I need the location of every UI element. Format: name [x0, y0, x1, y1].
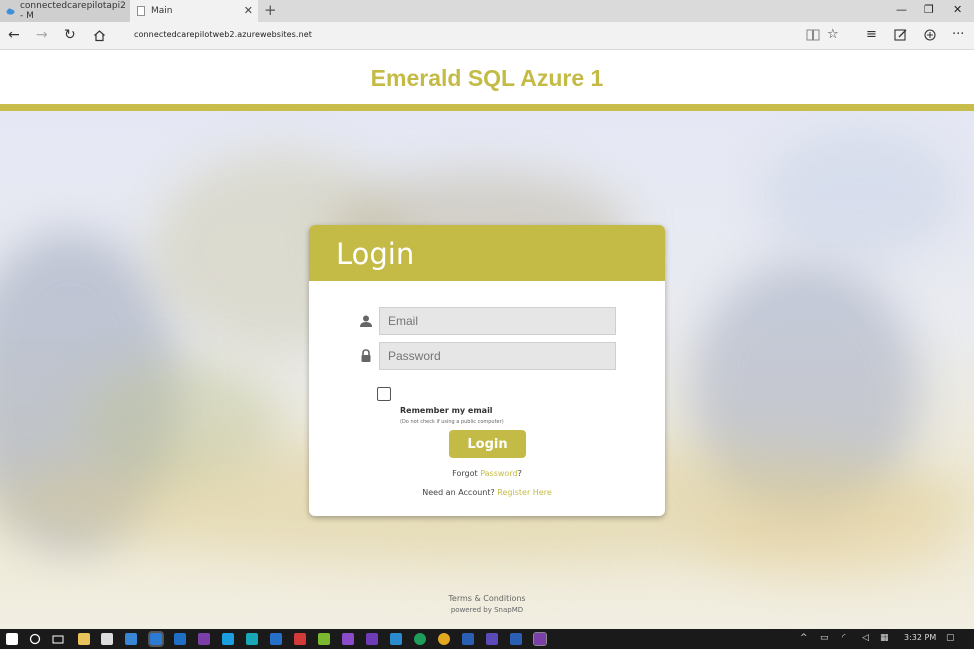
- windows-taskbar: ^ ▭ ◜ ◁ ▦ 3:32 PM ▢: [0, 629, 974, 649]
- browser-tab-bar: connectedcarepilotapi2 - M Main ✕ + — ❐ …: [0, 0, 974, 22]
- web-note-icon[interactable]: [894, 28, 908, 42]
- edge-icon[interactable]: [148, 631, 164, 647]
- register-line: Need an Account? Register Here: [309, 488, 665, 497]
- chrome-icon[interactable]: [438, 633, 450, 645]
- site-title: Emerald SQL Azure 1: [370, 65, 604, 91]
- new-tab-icon[interactable]: +: [264, 1, 277, 19]
- tab-label: connectedcarepilotapi2 - M: [19, 1, 126, 21]
- powered-by: powered by SnapMD: [450, 606, 524, 614]
- forgot-password-link[interactable]: Password: [480, 469, 517, 478]
- email-input[interactable]: [379, 307, 616, 335]
- home-icon[interactable]: [93, 29, 106, 42]
- login-button[interactable]: Login: [449, 430, 526, 458]
- login-card-header: Login: [309, 225, 665, 281]
- register-link[interactable]: Register Here: [497, 488, 551, 497]
- word-2-icon[interactable]: [510, 633, 522, 645]
- favorite-star-icon[interactable]: ☆: [827, 27, 839, 42]
- clock[interactable]: 3:32 PM: [904, 633, 936, 642]
- vscode-icon[interactable]: [390, 633, 402, 645]
- more-icon[interactable]: ···: [952, 27, 964, 42]
- minimize-icon[interactable]: —: [896, 3, 907, 16]
- ie-icon[interactable]: [125, 633, 137, 645]
- tray-chevron-icon[interactable]: ^: [800, 633, 808, 643]
- cortana-icon[interactable]: [29, 633, 41, 645]
- remember-checkbox[interactable]: [377, 387, 391, 401]
- skype-icon[interactable]: [222, 633, 234, 645]
- login-card: Login Remember my email (Do not check if…: [309, 225, 665, 516]
- login-heading: Login: [336, 237, 415, 271]
- header-accent-bar: [0, 104, 974, 111]
- app-icon-red[interactable]: [294, 633, 306, 645]
- browser-tab-api[interactable]: connectedcarepilotapi2 - M: [0, 0, 130, 22]
- forgot-password-line: Forgot Password?: [309, 469, 665, 478]
- chat-icon[interactable]: [414, 633, 426, 645]
- volume-icon[interactable]: ◁: [862, 633, 869, 643]
- app-icon-blue[interactable]: [270, 633, 282, 645]
- visual-studio-2-icon[interactable]: [366, 633, 378, 645]
- lock-icon: [361, 349, 371, 362]
- hub-icon[interactable]: ≡: [866, 27, 877, 42]
- address-bar: ← → ↻ connectedcarepilotweb2.azurewebsit…: [0, 22, 974, 50]
- tab-label: Main: [151, 6, 173, 16]
- outlook-icon[interactable]: [174, 633, 186, 645]
- skype-business-icon[interactable]: [246, 633, 258, 645]
- forgot-prefix: Forgot: [452, 469, 481, 478]
- register-prefix: Need an Account?: [422, 488, 498, 497]
- teams-icon[interactable]: [486, 633, 498, 645]
- wifi-icon[interactable]: ◜: [842, 633, 846, 643]
- close-tab-icon[interactable]: ✕: [244, 4, 253, 17]
- store-icon[interactable]: [101, 633, 113, 645]
- cloud-icon: [6, 8, 15, 15]
- keyboard-icon[interactable]: ▦: [880, 633, 889, 643]
- file-explorer-icon[interactable]: [78, 633, 90, 645]
- battery-icon[interactable]: ▭: [820, 633, 829, 643]
- forward-icon[interactable]: →: [36, 27, 48, 43]
- remember-note: (Do not check if using a public computer…: [400, 419, 504, 425]
- notification-icon[interactable]: ▢: [946, 633, 955, 643]
- word-icon[interactable]: [462, 633, 474, 645]
- browser-tab-main[interactable]: Main ✕: [130, 0, 258, 22]
- onenote-2-icon[interactable]: [533, 632, 547, 646]
- windows-start-icon[interactable]: [6, 633, 18, 645]
- remember-label: Remember my email: [400, 406, 493, 415]
- close-window-icon[interactable]: ✕: [953, 3, 962, 16]
- app-icon-green[interactable]: [318, 633, 330, 645]
- forgot-suffix: ?: [517, 469, 522, 478]
- task-view-icon[interactable]: [52, 633, 64, 645]
- url-field[interactable]: connectedcarepilotweb2.azurewebsites.net: [134, 30, 312, 39]
- visual-studio-icon[interactable]: [342, 633, 354, 645]
- site-header: Emerald SQL Azure 1: [0, 50, 974, 105]
- onenote-icon[interactable]: [198, 633, 210, 645]
- terms-link[interactable]: Terms & Conditions: [0, 594, 974, 603]
- reading-view-icon[interactable]: [806, 29, 820, 41]
- refresh-icon[interactable]: ↻: [64, 27, 76, 43]
- password-input[interactable]: [379, 342, 616, 370]
- share-icon[interactable]: [923, 28, 937, 42]
- page-icon: [137, 6, 145, 16]
- user-icon: [360, 315, 372, 327]
- restore-icon[interactable]: ❐: [924, 3, 934, 16]
- back-icon[interactable]: ←: [8, 27, 20, 43]
